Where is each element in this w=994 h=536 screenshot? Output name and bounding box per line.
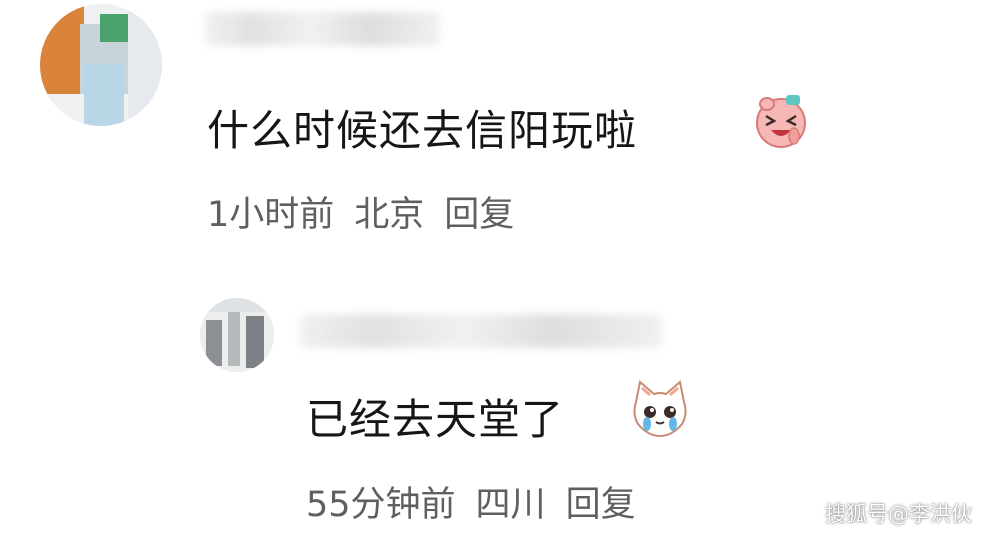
laughing-pink-face-icon: [752, 92, 810, 154]
crying-cat-face-icon: [630, 380, 690, 442]
avatar-image: [200, 298, 274, 372]
comment-meta: 1小时前 北京 回复: [207, 186, 514, 237]
blurred-username: [205, 12, 440, 46]
reply-button[interactable]: 回复: [444, 186, 514, 237]
reply-button[interactable]: 回复: [566, 476, 636, 527]
comment-meta: 55分钟前 四川 回复: [306, 476, 636, 527]
comment-time: 55分钟前: [306, 485, 456, 525]
watermark: 搜狐号@李洪伙: [825, 502, 972, 526]
blurred-username: [300, 314, 662, 348]
comment-time: 1小时前: [207, 195, 335, 235]
avatar[interactable]: [200, 298, 274, 372]
comment-text: 已经去天堂了: [306, 395, 565, 444]
comment-location: 北京: [354, 195, 425, 235]
comment-text: 什么时候还去信阳玩啦: [207, 106, 638, 155]
comment-location: 四川: [475, 485, 546, 525]
avatar[interactable]: [40, 4, 162, 126]
avatar-image: [40, 4, 162, 126]
